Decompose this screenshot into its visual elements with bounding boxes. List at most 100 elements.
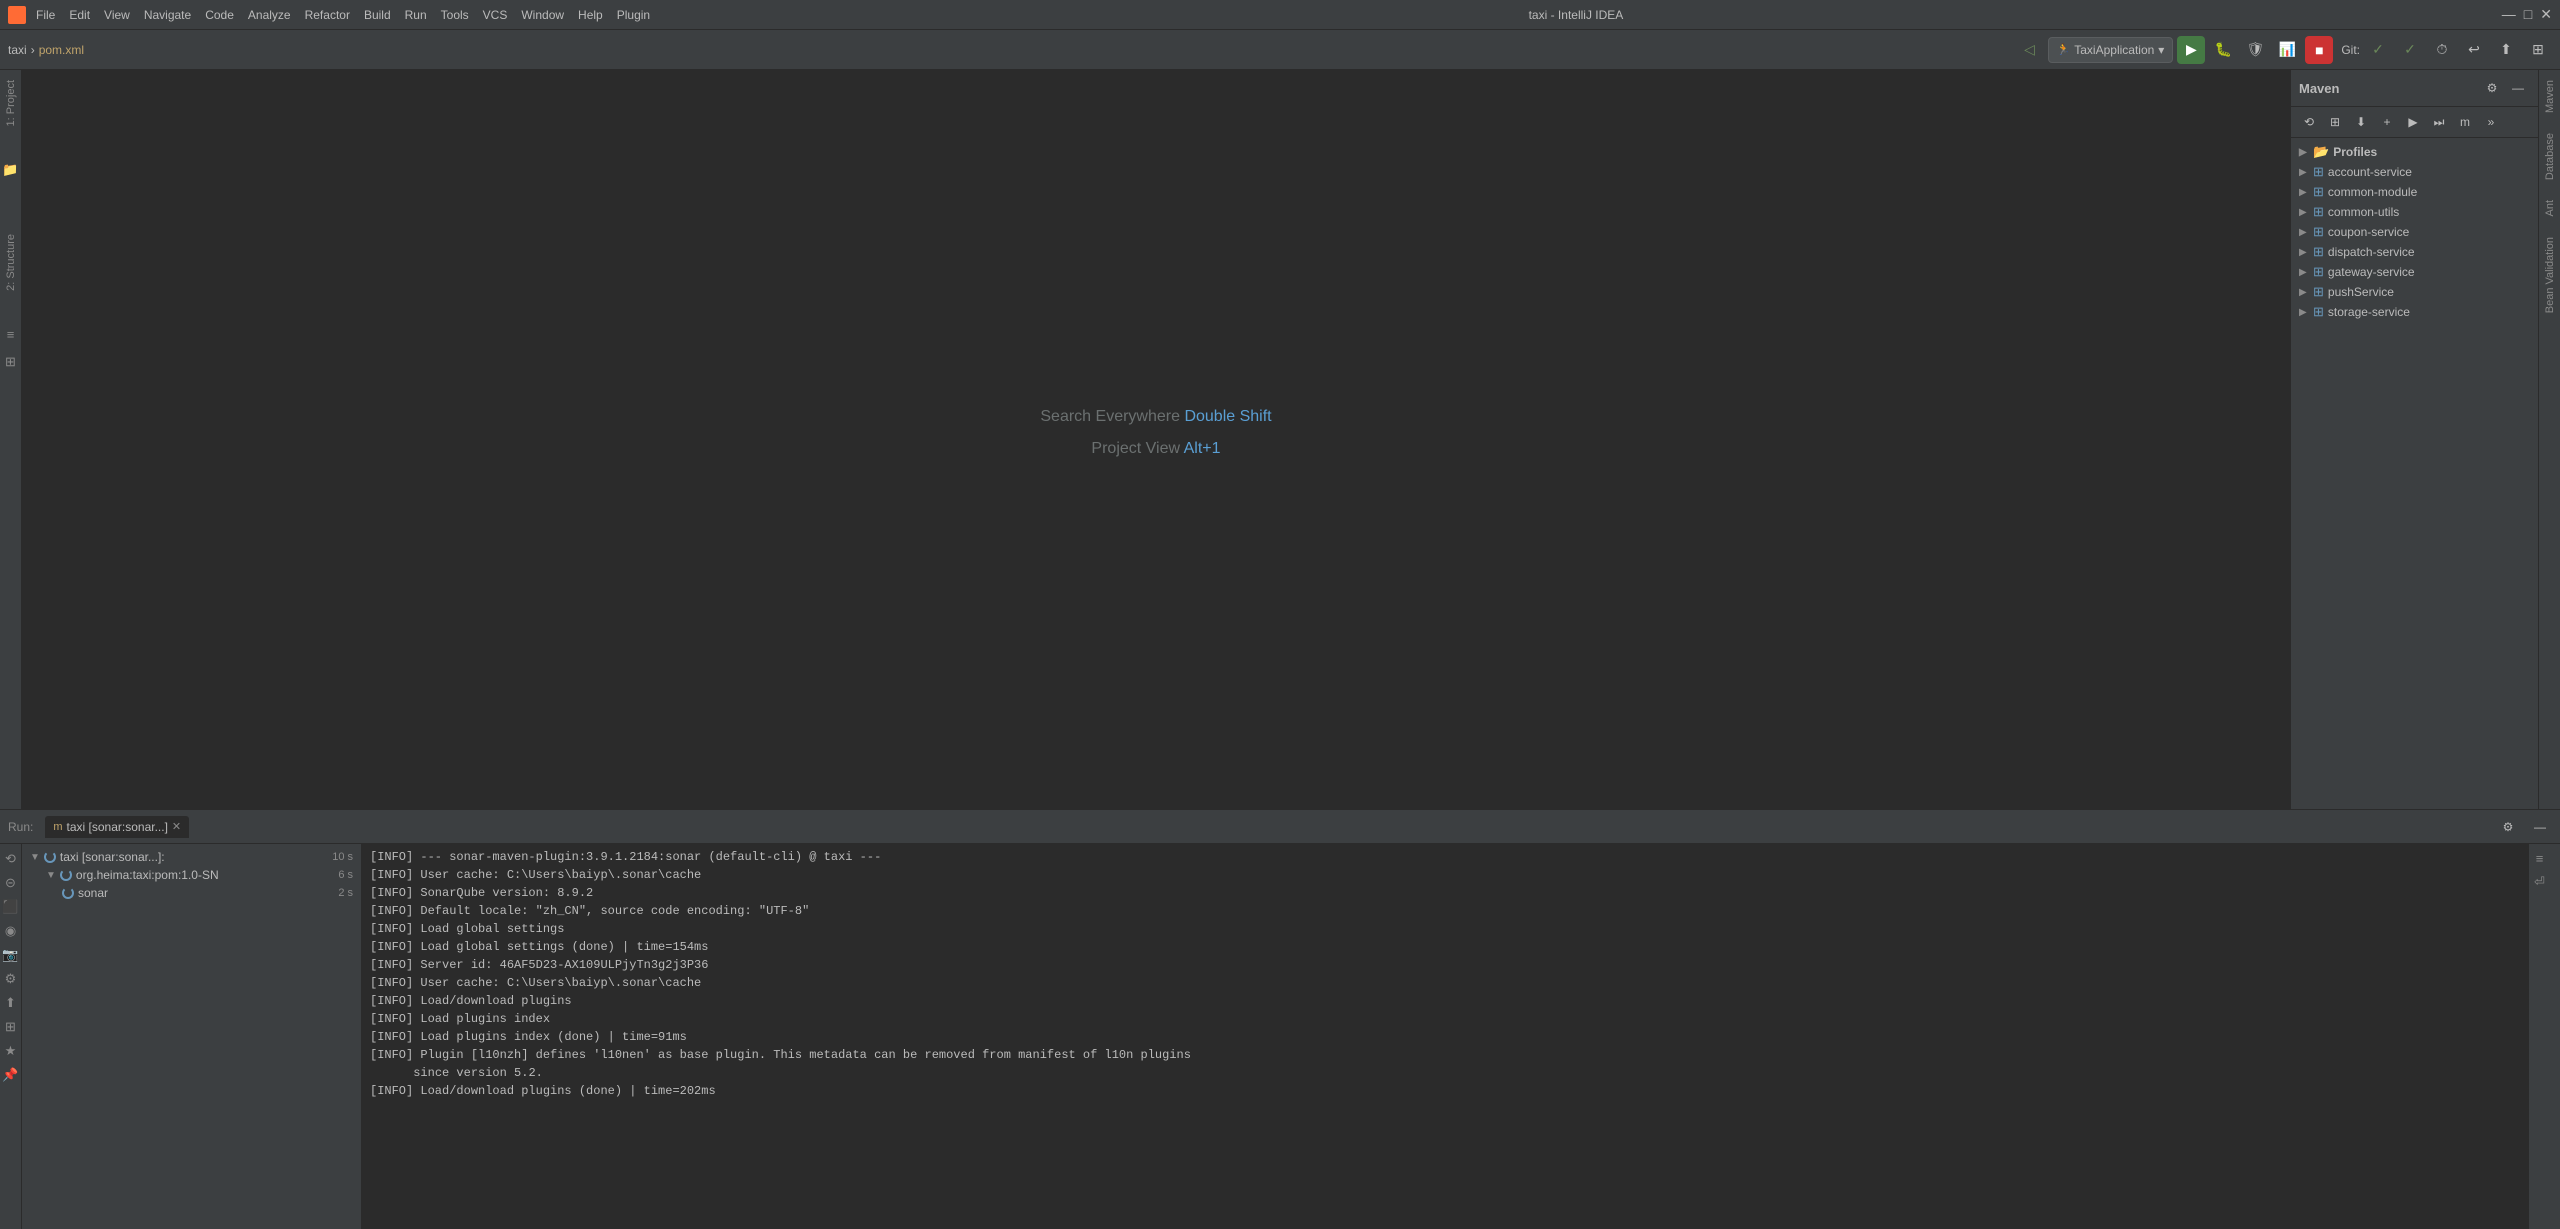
restart-icon[interactable]: ⟲ bbox=[2, 848, 19, 870]
run-tree-taxi[interactable]: ▼ taxi [sonar:sonar...]: 10 s bbox=[22, 848, 361, 866]
maven-item-coupon-service[interactable]: ▶ ⊞ coupon-service bbox=[2291, 222, 2538, 242]
maven-download-button[interactable]: ⬇ bbox=[2349, 110, 2373, 134]
run-panel-minimize-button[interactable]: — bbox=[2528, 815, 2552, 839]
org-label: org.heima:taxi:pom:1.0-SN bbox=[76, 868, 219, 882]
maven-add-button[interactable]: + bbox=[2375, 110, 2399, 134]
run-tab-label: taxi [sonar:sonar...] bbox=[67, 820, 168, 834]
filter-icon[interactable]: ≡ bbox=[2533, 848, 2547, 869]
git-undo[interactable]: ↩ bbox=[2460, 36, 2488, 64]
log-line: [INFO] User cache: C:\Users\baiyp\.sonar… bbox=[370, 974, 2520, 992]
menu-refactor[interactable]: Refactor bbox=[305, 8, 350, 22]
snapshot-icon[interactable]: 📷 bbox=[0, 944, 22, 966]
menu-window[interactable]: Window bbox=[521, 8, 564, 22]
maven-item-gateway-service[interactable]: ▶ ⊞ gateway-service bbox=[2291, 262, 2538, 282]
maven-item-storage-service[interactable]: ▶ ⊞ storage-service bbox=[2291, 302, 2538, 322]
right-tab-ant[interactable]: Ant bbox=[2541, 190, 2559, 227]
menu-file[interactable]: File bbox=[36, 8, 55, 22]
menu-tools[interactable]: Tools bbox=[441, 8, 469, 22]
right-tab-bean-validation[interactable]: Bean Validation bbox=[2541, 227, 2559, 323]
profile-button[interactable]: 📊 bbox=[2273, 36, 2301, 64]
favorite-icon[interactable]: ★ bbox=[2, 1040, 20, 1062]
coverage-button[interactable]: 🛡 bbox=[2241, 36, 2269, 64]
editor-area: Search Everywhere Double Shift Project V… bbox=[22, 70, 2290, 809]
scroll-icon[interactable]: ⬆ bbox=[2, 992, 19, 1014]
log-line: [INFO] User cache: C:\Users\baiyp\.sonar… bbox=[370, 866, 2520, 884]
log-line: [INFO] Server id: 46AF5D23-AX109ULPjyTn3… bbox=[370, 956, 2520, 974]
maven-item-common-module[interactable]: ▶ ⊞ common-module bbox=[2291, 182, 2538, 202]
log-line: since version 5.2. bbox=[370, 1064, 2520, 1082]
run-tree-sonar[interactable]: sonar 2 s bbox=[22, 884, 361, 902]
sidebar-icon-1[interactable]: 📁 bbox=[0, 156, 22, 184]
run-panel-settings-button[interactable]: ⚙ bbox=[2496, 815, 2520, 839]
run-tab-close-icon[interactable]: ✕ bbox=[172, 820, 181, 833]
editor-hint: Search Everywhere Double Shift Project V… bbox=[1040, 408, 1271, 472]
run-tree-org[interactable]: ▼ org.heima:taxi:pom:1.0-SN 6 s bbox=[22, 866, 361, 884]
run-button[interactable]: ▶ bbox=[2177, 36, 2205, 64]
sidebar-tab-structure[interactable]: 2: Structure bbox=[2, 224, 20, 301]
right-tab-maven[interactable]: Maven bbox=[2541, 70, 2559, 123]
menu-vcs[interactable]: VCS bbox=[483, 8, 508, 22]
stop-button[interactable]: ■ bbox=[2305, 36, 2333, 64]
sidebar-icon-3[interactable]: ⊞ bbox=[2, 348, 19, 376]
push-service-label: pushService bbox=[2328, 285, 2394, 299]
menu-analyze[interactable]: Analyze bbox=[248, 8, 291, 22]
maven-item-common-utils[interactable]: ▶ ⊞ common-utils bbox=[2291, 202, 2538, 222]
run-tab[interactable]: m taxi [sonar:sonar...] ✕ bbox=[45, 816, 189, 838]
maven-run-button[interactable]: ▶ bbox=[2401, 110, 2425, 134]
git-history[interactable]: ⏱ bbox=[2428, 36, 2456, 64]
maven-m-button[interactable]: m bbox=[2453, 110, 2477, 134]
settings-icon[interactable]: ⚙ bbox=[2, 968, 20, 990]
maven-minimize-button[interactable]: — bbox=[2506, 76, 2530, 100]
gateway-service-icon: ⊞ bbox=[2313, 264, 2324, 280]
maven-item-account-service[interactable]: ▶ ⊞ account-service bbox=[2291, 162, 2538, 182]
minimize-button[interactable]: — bbox=[2502, 6, 2516, 23]
maven-settings-button[interactable]: ⚙ bbox=[2480, 76, 2504, 100]
sidebar-tab-project[interactable]: 1: Project bbox=[2, 70, 20, 136]
run-tab-icon: m bbox=[53, 821, 62, 833]
expand-icon[interactable]: ⊞ bbox=[2, 1016, 19, 1038]
right-tab-database[interactable]: Database bbox=[2541, 123, 2559, 190]
coupon-service-icon: ⊞ bbox=[2313, 224, 2324, 240]
sidebar-icon-2[interactable]: ≡ bbox=[4, 321, 18, 348]
git-checkmark1[interactable]: ✓ bbox=[2364, 36, 2392, 64]
hint-search: Search Everywhere Double Shift bbox=[1040, 408, 1271, 426]
maven-refresh-button[interactable]: ⟲ bbox=[2297, 110, 2321, 134]
scrollbar[interactable] bbox=[2550, 844, 2560, 1229]
maven-expand-button[interactable]: ⊞ bbox=[2323, 110, 2347, 134]
debug-button[interactable]: 🐛 bbox=[2209, 36, 2237, 64]
git-checkmark2[interactable]: ✓ bbox=[2396, 36, 2424, 64]
word-wrap-icon[interactable]: ⏎ bbox=[2531, 871, 2548, 893]
account-service-arrow-icon: ▶ bbox=[2299, 167, 2309, 178]
menu-plugin[interactable]: Plugin bbox=[617, 8, 650, 22]
push-service-icon: ⊞ bbox=[2313, 284, 2324, 300]
maximize-button[interactable]: □ bbox=[2524, 6, 2532, 23]
dispatch-service-icon: ⊞ bbox=[2313, 244, 2324, 260]
git-settings[interactable]: ⊞ bbox=[2524, 36, 2552, 64]
menu-edit[interactable]: Edit bbox=[69, 8, 90, 22]
maven-item-profiles[interactable]: ▶ 📂 Profiles bbox=[2291, 142, 2538, 162]
maven-skip-button[interactable]: ⏭ bbox=[2427, 110, 2451, 134]
menu-run[interactable]: Run bbox=[405, 8, 427, 22]
run-config-dropdown-icon[interactable]: ▾ bbox=[2158, 43, 2164, 57]
common-module-icon: ⊞ bbox=[2313, 184, 2324, 200]
back-button[interactable]: ◁ bbox=[2016, 36, 2044, 64]
maven-item-dispatch-service[interactable]: ▶ ⊞ dispatch-service bbox=[2291, 242, 2538, 262]
debug-icon[interactable]: ◉ bbox=[2, 920, 19, 942]
run-config-selector[interactable]: 🏃 TaxiApplication ▾ bbox=[2048, 37, 2174, 63]
menu-code[interactable]: Code bbox=[205, 8, 234, 22]
kill-icon[interactable]: ⬛ bbox=[0, 896, 22, 918]
log-line: [INFO] Load/download plugins bbox=[370, 992, 2520, 1010]
menu-view[interactable]: View bbox=[104, 8, 130, 22]
pin-icon[interactable]: 📌 bbox=[0, 1064, 22, 1086]
git-push[interactable]: ⬆ bbox=[2492, 36, 2520, 64]
maven-item-push-service[interactable]: ▶ ⊞ pushService bbox=[2291, 282, 2538, 302]
close-button[interactable]: ✕ bbox=[2540, 6, 2552, 23]
menu-help[interactable]: Help bbox=[578, 8, 603, 22]
hint-search-shortcut-val: Double Shift bbox=[1184, 408, 1271, 425]
stop-icon[interactable]: ⊝ bbox=[2, 872, 19, 894]
run-label: Run: bbox=[8, 820, 33, 834]
menu-build[interactable]: Build bbox=[364, 8, 391, 22]
bottom-panel-header: Run: m taxi [sonar:sonar...] ✕ ⚙ — bbox=[0, 810, 2560, 844]
menu-navigate[interactable]: Navigate bbox=[144, 8, 191, 22]
maven-more-button[interactable]: » bbox=[2479, 110, 2503, 134]
